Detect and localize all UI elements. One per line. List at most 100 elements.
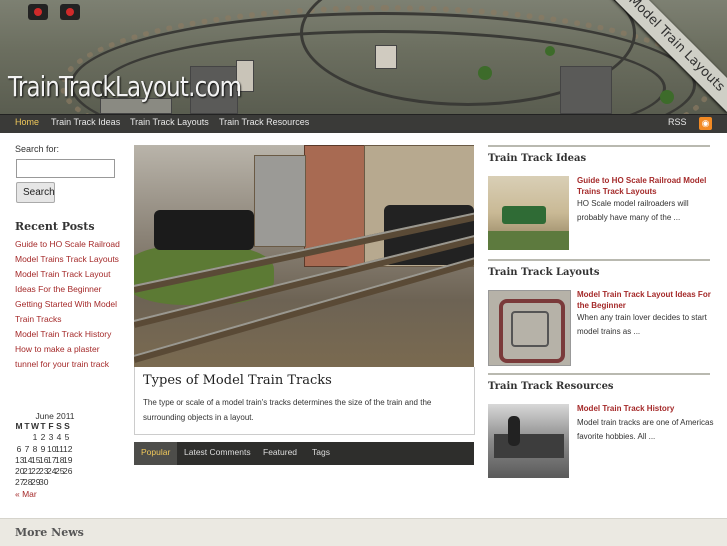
section-title-train-track-resources: Train Track Resources [488,373,710,392]
calendar-day: 26 [63,466,73,477]
calendar-day: 29 [31,477,41,488]
calendar-day: 12 [63,443,73,454]
calendar-day: 18 [55,454,65,465]
calendar-day [23,432,31,443]
nav-item-train-track-resources[interactable]: Train Track Resources [219,117,309,127]
calendar-day: 14 [23,454,33,465]
calendar-day: 2 [40,432,46,443]
tab-tags[interactable]: Tags [305,442,337,465]
post-thumbnail[interactable] [488,404,569,478]
calendar-day: 13 [15,454,25,465]
post-link[interactable]: Model Train Track Layout Ideas For the B… [577,289,715,311]
calendar-day: 23 [39,466,49,477]
recent-post-link[interactable]: tunnel for your train track [15,357,127,372]
calendar-day: 6 [16,443,22,454]
section-title-train-track-layouts: Train Track Layouts [488,259,710,278]
recent-post-link[interactable]: Guide to HO Scale Railroad [15,237,127,252]
calendar-day: 25 [55,466,65,477]
calendar-day: 22 [31,466,41,477]
calendar-day: 20 [15,466,25,477]
nav-item-train-track-ideas[interactable]: Train Track Ideas [51,117,120,127]
calendar-day-name: T [40,421,46,431]
signal-icon [60,4,80,20]
tab-popular[interactable]: Popular [134,442,178,465]
calendar-day: 16 [39,454,49,465]
calendar-caption: June 2011 [35,411,75,421]
recent-post-link[interactable]: How to make a plaster [15,342,127,357]
calendar-day: 30 [39,477,49,488]
calendar-week-row: 13 14 15 16 17 18 19 [15,455,95,466]
post-excerpt: When any train lover decides to start mo… [577,313,707,336]
calendar-day: 8 [32,443,38,454]
calendar-prev-link[interactable]: « Mar [15,489,95,499]
recent-posts-list: Guide to HO Scale Railroad Model Trains … [15,237,127,372]
building-decoration [375,45,397,69]
recent-post-link[interactable]: Model Train Track Layout [15,267,127,282]
calendar-day: 5 [64,432,70,443]
nav-item-home[interactable]: Home [15,117,39,127]
post-excerpt: Model train tracks are one of Americas f… [577,418,714,441]
calendar-day: 9 [40,443,46,454]
rss-icon[interactable]: ◉ [699,117,712,130]
recent-post-link[interactable]: Model Trains Track Layouts [15,252,127,267]
calendar-day: 3 [48,432,54,443]
search-input[interactable] [16,159,115,178]
signal-icon [28,4,48,20]
calendar-week-row: 1 2 3 4 5 [15,432,95,443]
post-link[interactable]: Model Train Track History [577,403,715,414]
train-car-decoration [502,206,546,224]
calendar-day [15,432,23,443]
calendar-day: 27 [15,477,25,488]
calendar-day [47,477,55,488]
calendar-day: 1 [32,432,38,443]
calendar-day: 11 [55,443,64,454]
search-button[interactable]: Search [16,182,55,203]
ground-decoration [488,231,569,250]
post-link[interactable]: Guide to HO Scale Railroad Model Trains … [577,175,715,197]
calendar-day-name: W [31,421,40,431]
content-tabs: Popular Latest Comments Featured Tags [134,442,474,465]
main-nav: Home Train Track Ideas Train Track Layou… [0,114,727,133]
feature-title[interactable]: Types of Model Train Tracks [143,373,332,388]
tree-decoration [545,46,555,56]
recent-post-link[interactable]: Getting Started With Model [15,297,127,312]
tree-decoration [478,66,492,80]
feature-caption-box: Types of Model Train Tracks The type or … [134,367,475,435]
layout-plan-decoration [511,311,549,347]
calendar-day-name: T [24,421,30,431]
post-excerpt: HO Scale model railroaders will probably… [577,199,689,222]
vintage-photo-decoration [494,434,564,458]
calendar-day: 15 [31,454,41,465]
nav-item-train-track-layouts[interactable]: Train Track Layouts [130,117,209,127]
calendar-day: 7 [24,443,30,454]
calendar-week-row: 6 7 8 9 10 11 12 [15,444,95,455]
calendar-day: 21 [23,466,33,477]
calendar-header-row: M T W T F S S [15,421,95,432]
calendar-day [55,477,63,488]
calendar-day-name: S [64,421,70,431]
calendar-day: 4 [56,432,62,443]
recent-post-link[interactable]: Ideas For the Beginner [15,282,127,297]
recent-post-link[interactable]: Model Train Track History [15,327,127,342]
locomotive-decoration [154,210,254,250]
calendar-day: 24 [47,466,57,477]
header-banner: TrainTrackLayout.com Model Train Layouts [0,0,727,114]
site-logo[interactable]: TrainTrackLayout.com [8,70,242,103]
section-title-train-track-ideas: Train Track Ideas [488,145,710,164]
rss-link[interactable]: RSS [668,117,687,127]
calendar-day [63,477,71,488]
vintage-photo-decoration [508,416,520,446]
post-thumbnail[interactable] [488,290,571,366]
building-decoration [560,66,612,114]
calendar-week-row: 20 21 22 23 24 25 26 [15,466,95,477]
calendar: June 2011 M T W T F S S 1 2 3 4 5 6 7 8 … [15,411,95,499]
more-news-title: More News [15,526,84,539]
tab-latest-comments[interactable]: Latest Comments [177,442,258,465]
recent-post-link[interactable]: Train Tracks [15,312,127,327]
feature-image[interactable] [134,145,474,367]
tab-featured[interactable]: Featured [256,442,304,465]
post-thumbnail[interactable] [488,176,569,250]
recent-posts-title: Recent Posts [15,220,95,233]
calendar-day: 19 [63,454,73,465]
tree-decoration [660,90,674,104]
